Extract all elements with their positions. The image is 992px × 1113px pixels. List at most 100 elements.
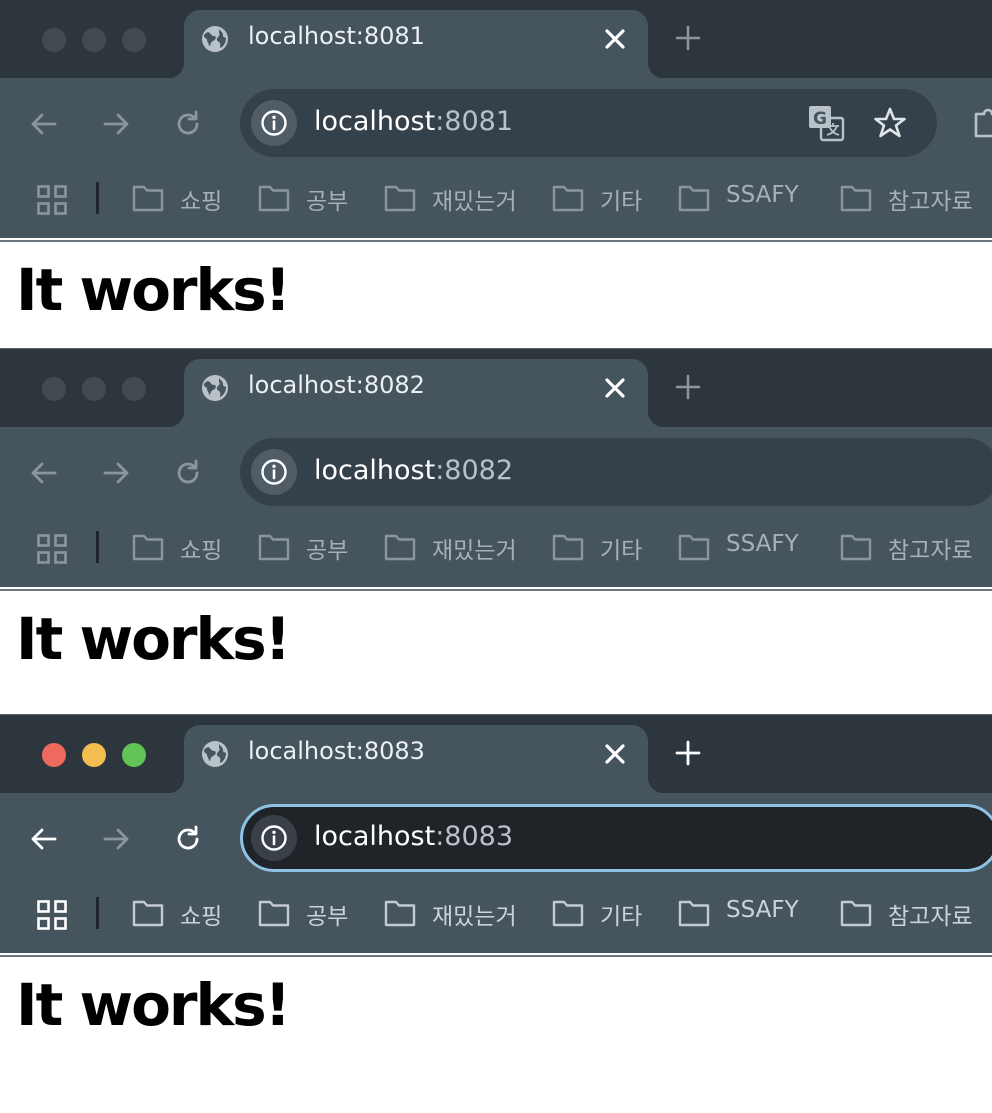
translate-icon[interactable]: G: [806, 103, 846, 143]
folder-icon: [840, 900, 872, 927]
apps-grid-icon[interactable]: [36, 533, 68, 565]
folder-icon: [384, 534, 416, 561]
bookmark-label: SSAFY: [726, 531, 799, 557]
folder-icon: [678, 185, 710, 212]
bookmark-label: 쇼핑: [180, 904, 223, 930]
page-content: It works!: [0, 955, 992, 1113]
globe-icon: [202, 375, 228, 401]
forward-arrow-icon[interactable]: [100, 457, 132, 489]
toolbar: localhost:8083 쇼핑 공부 재밌는거 기타 SSAFY 참고자료: [0, 793, 992, 953]
plus-icon[interactable]: [674, 373, 702, 401]
url-port: :8081: [435, 106, 514, 137]
folder-icon: [552, 900, 584, 927]
site-info-button[interactable]: [251, 100, 297, 146]
site-info-button[interactable]: [251, 815, 297, 861]
bookmark-label: 재밌는거: [432, 189, 517, 215]
toolbar: localhost:8081 G 쇼핑 공부 재밌는거 기타 SSAFY 참고자…: [0, 78, 992, 238]
close-window-button[interactable]: [42, 377, 66, 401]
minimize-window-button[interactable]: [82, 743, 106, 767]
bookmark-label: SSAFY: [726, 897, 799, 923]
folder-icon: [132, 185, 164, 212]
tab-strip: localhost:8081: [0, 0, 992, 78]
browser-window-8083: localhost:8083 localhost:8083 쇼핑 공부 재밌는거…: [0, 714, 992, 1113]
globe-icon: [202, 741, 228, 767]
folder-icon: [840, 185, 872, 212]
bookmark-label: 참고자료: [888, 189, 973, 215]
url-port: :8083: [435, 821, 514, 852]
zoom-window-button[interactable]: [122, 743, 146, 767]
close-icon[interactable]: [602, 375, 628, 401]
address-bar[interactable]: localhost:8083: [240, 804, 992, 872]
folder-icon: [552, 534, 584, 561]
folder-icon: [132, 900, 164, 927]
url-host: localhost: [314, 106, 436, 137]
folder-icon: [678, 534, 710, 561]
reload-icon[interactable]: [172, 823, 204, 855]
star-icon[interactable]: [872, 105, 908, 141]
bookmark-label: 쇼핑: [180, 538, 223, 564]
bookmark-label: 재밌는거: [432, 904, 517, 930]
back-arrow-icon[interactable]: [28, 457, 60, 489]
bookmark-label: 기타: [600, 904, 643, 930]
close-icon[interactable]: [602, 26, 628, 52]
plus-icon[interactable]: [674, 24, 702, 52]
address-bar[interactable]: localhost:8082: [240, 438, 992, 506]
url-host: localhost: [314, 821, 436, 852]
folder-icon: [258, 900, 290, 927]
info-icon: [261, 110, 287, 136]
bookmark-label: 공부: [306, 538, 349, 564]
url-port: :8082: [435, 455, 514, 486]
close-window-button[interactable]: [42, 28, 66, 52]
info-icon: [261, 459, 287, 485]
apps-grid-icon[interactable]: [36, 899, 68, 931]
puzzle-icon[interactable]: [972, 104, 992, 140]
info-icon: [261, 825, 287, 851]
bookmarks-bar: 쇼핑 공부 재밌는거 기타 SSAFY 참고자료: [0, 170, 992, 238]
bookmarks-bar: 쇼핑 공부 재밌는거 기타 SSAFY 참고자료: [0, 885, 992, 953]
reload-icon[interactable]: [172, 108, 204, 140]
traffic-lights: [42, 28, 146, 52]
site-info-button[interactable]: [251, 449, 297, 495]
reload-icon[interactable]: [172, 457, 204, 489]
apps-grid-icon[interactable]: [36, 184, 68, 216]
zoom-window-button[interactable]: [122, 377, 146, 401]
back-arrow-icon[interactable]: [28, 108, 60, 140]
url-text: localhost:8082: [314, 455, 513, 486]
tab-strip: localhost:8082: [0, 349, 992, 427]
minimize-window-button[interactable]: [82, 28, 106, 52]
tab-title: localhost:8082: [248, 371, 425, 399]
folder-icon: [132, 534, 164, 561]
close-icon[interactable]: [602, 741, 628, 767]
address-bar[interactable]: localhost:8081 G: [240, 89, 937, 157]
close-window-button[interactable]: [42, 743, 66, 767]
minimize-window-button[interactable]: [82, 377, 106, 401]
page-heading: It works!: [16, 971, 291, 1039]
bookmarks-divider: [96, 897, 99, 929]
folder-icon: [552, 185, 584, 212]
page-content: It works!: [0, 589, 992, 715]
folder-icon: [840, 534, 872, 561]
tab-localhost-8082[interactable]: localhost:8082: [168, 359, 664, 427]
globe-icon: [202, 26, 228, 52]
zoom-window-button[interactable]: [122, 28, 146, 52]
back-arrow-icon[interactable]: [28, 823, 60, 855]
toolbar: localhost:8082 쇼핑 공부 재밌는거 기타 SSAFY 참고자료: [0, 427, 992, 587]
bookmark-label: 기타: [600, 189, 643, 215]
tab-localhost-8083[interactable]: localhost:8083: [168, 725, 664, 793]
plus-icon[interactable]: [674, 739, 702, 767]
tab-strip: localhost:8083: [0, 715, 992, 793]
tab-localhost-8081[interactable]: localhost:8081: [168, 10, 664, 78]
bookmark-label: 재밌는거: [432, 538, 517, 564]
folder-icon: [384, 185, 416, 212]
forward-arrow-icon[interactable]: [100, 823, 132, 855]
svg-text:G: G: [813, 109, 827, 129]
bookmarks-divider: [96, 182, 99, 214]
traffic-lights: [42, 743, 146, 767]
bookmark-label: 참고자료: [888, 538, 973, 564]
url-text: localhost:8083: [314, 821, 513, 852]
forward-arrow-icon[interactable]: [100, 108, 132, 140]
url-host: localhost: [314, 455, 436, 486]
bookmark-label: 기타: [600, 538, 643, 564]
bookmarks-bar: 쇼핑 공부 재밌는거 기타 SSAFY 참고자료: [0, 519, 992, 587]
folder-icon: [384, 900, 416, 927]
